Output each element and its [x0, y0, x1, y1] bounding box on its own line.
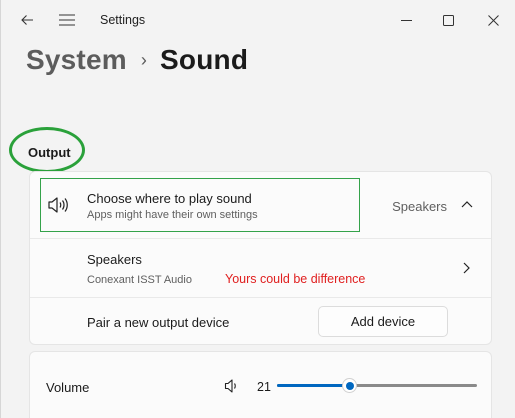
add-device-button[interactable]: Add device — [318, 306, 448, 337]
speakers-subtitle: Conexant ISST Audio — [87, 274, 192, 286]
volume-value: 21 — [257, 380, 271, 394]
slider-fill — [277, 384, 349, 387]
selected-output-value: Speakers — [392, 199, 447, 214]
close-button[interactable] — [470, 0, 515, 40]
minimize-icon — [400, 19, 412, 21]
volume-label: Volume — [46, 380, 90, 395]
settings-window: Settings System › Sound Output Choose wh… — [0, 0, 515, 418]
back-arrow-icon — [21, 15, 33, 25]
breadcrumb-system[interactable]: System — [26, 44, 127, 76]
navigation-menu-button[interactable] — [47, 0, 87, 40]
maximize-button[interactable] — [425, 0, 471, 40]
output-section-label: Output — [28, 145, 71, 160]
back-button[interactable] — [7, 0, 47, 40]
title-bar: Settings — [1, 0, 515, 40]
chevron-up-icon[interactable] — [461, 200, 473, 208]
minimize-button[interactable] — [383, 0, 429, 40]
breadcrumb-separator: › — [140, 49, 148, 70]
volume-slider[interactable] — [277, 378, 477, 394]
pair-device-row: Pair a new output device Add device — [30, 298, 491, 345]
annotation-note: Yours could be difference — [225, 272, 366, 286]
maximize-icon — [442, 14, 454, 26]
volume-icon[interactable] — [224, 379, 240, 393]
page-title: Sound — [160, 44, 249, 75]
chevron-right-icon — [463, 262, 470, 274]
speakers-title: Speakers — [87, 252, 142, 267]
breadcrumb: System › Sound — [26, 44, 248, 76]
pair-device-title: Pair a new output device — [87, 315, 230, 330]
close-icon — [487, 14, 499, 26]
speakers-device-row[interactable]: Speakers Conexant ISST Audio Yours could… — [30, 239, 491, 298]
slider-thumb[interactable] — [342, 378, 357, 393]
window-title: Settings — [100, 13, 146, 27]
annotation-rectangle — [40, 178, 360, 232]
volume-card: Volume 21 — [29, 351, 492, 418]
hamburger-menu-icon — [59, 14, 75, 26]
